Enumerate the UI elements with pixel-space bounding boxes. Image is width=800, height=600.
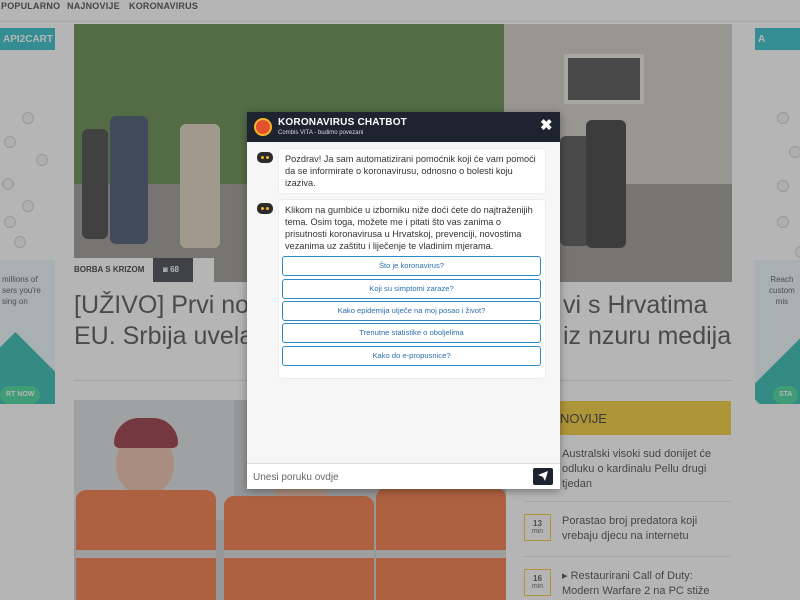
send-button[interactable]	[533, 468, 553, 485]
option-sto-je-koronavirus[interactable]: Što je koronavirus?	[282, 256, 541, 276]
bot-message-text: Klikom na gumbiće u izborniku niže doći …	[285, 205, 533, 251]
send-icon	[538, 471, 548, 481]
chatbot-header: KORONAVIRUS CHATBOT Combis VITA - budimo…	[247, 112, 560, 142]
option-simptomi-zaraze[interactable]: Koji su simptomi zaraze?	[282, 279, 541, 299]
chat-messages[interactable]: Pozdrav! Ja sam automatizirani pomoćnik …	[247, 142, 560, 463]
bot-message: Pozdrav! Ja sam automatizirani pomoćnik …	[278, 148, 546, 194]
option-e-propusnica[interactable]: Kako do e-propusnice?	[282, 346, 541, 366]
chatbot-logo-icon	[254, 118, 272, 136]
chatbot-dialog: KORONAVIRUS CHATBOT Combis VITA - budimo…	[247, 112, 560, 489]
chatbot-title: KORONAVIRUS CHATBOT	[278, 117, 407, 128]
chat-input-bar	[247, 463, 560, 489]
bot-avatar-icon	[256, 200, 274, 218]
option-statistike[interactable]: Trenutne statistike o oboljelima	[282, 323, 541, 343]
close-icon[interactable]: ✖	[540, 118, 553, 134]
bot-avatar-icon	[256, 149, 274, 167]
chatbot-subtitle: Combis VITA - budimo povezani	[278, 130, 364, 136]
message-input[interactable]	[253, 468, 523, 486]
option-posao-i-zivot[interactable]: Kako epidemija utječe na moj posao i živ…	[282, 301, 541, 321]
